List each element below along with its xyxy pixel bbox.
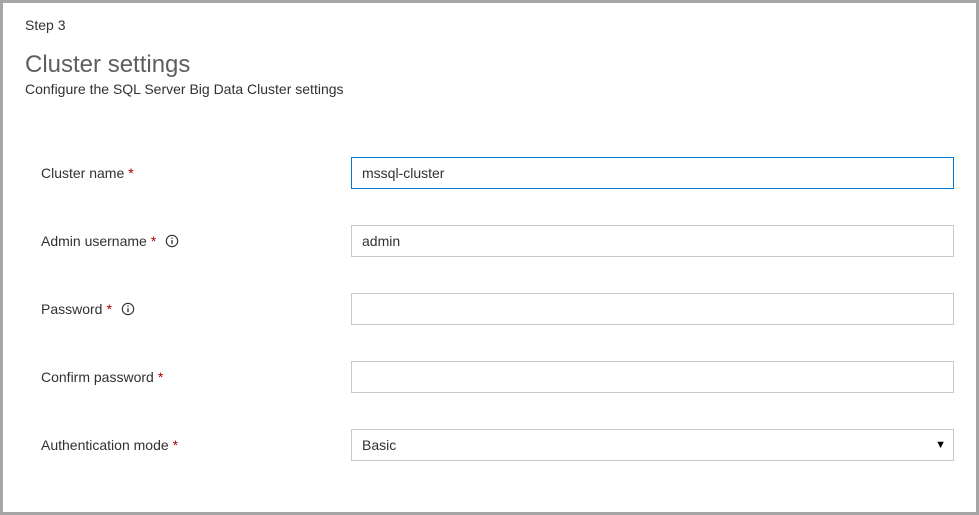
- input-col-password: [351, 293, 954, 325]
- row-password: Password *: [41, 293, 954, 325]
- required-marker: *: [128, 165, 133, 181]
- row-admin-username: Admin username *: [41, 225, 954, 257]
- form-area: Cluster name * Admin username *: [25, 157, 954, 461]
- row-auth-mode: Authentication mode * Basic ▼: [41, 429, 954, 461]
- input-col-auth-mode: Basic ▼: [351, 429, 954, 461]
- content-area: Step 3 Cluster settings Configure the SQ…: [3, 3, 976, 461]
- label-auth-mode: Authentication mode *: [41, 437, 351, 453]
- wizard-panel: Step 3 Cluster settings Configure the SQ…: [0, 0, 979, 515]
- password-input[interactable]: [351, 293, 954, 325]
- required-marker: *: [106, 301, 111, 317]
- input-col-cluster-name: [351, 157, 954, 189]
- input-col-admin-username: [351, 225, 954, 257]
- admin-username-input[interactable]: [351, 225, 954, 257]
- input-col-confirm-password: [351, 361, 954, 393]
- row-cluster-name: Cluster name *: [41, 157, 954, 189]
- required-marker: *: [151, 233, 156, 249]
- admin-username-label-text: Admin username: [41, 233, 147, 249]
- cluster-name-label-text: Cluster name: [41, 165, 124, 181]
- page-subtitle: Configure the SQL Server Big Data Cluste…: [25, 81, 954, 97]
- page-title: Cluster settings: [25, 51, 954, 79]
- required-marker: *: [173, 437, 178, 453]
- row-confirm-password: Confirm password *: [41, 361, 954, 393]
- step-label: Step 3: [25, 17, 954, 33]
- label-confirm-password: Confirm password *: [41, 369, 351, 385]
- info-icon[interactable]: [120, 301, 136, 317]
- auth-mode-select-wrap[interactable]: Basic ▼: [351, 429, 954, 461]
- auth-mode-label-text: Authentication mode: [41, 437, 169, 453]
- confirm-password-input[interactable]: [351, 361, 954, 393]
- required-marker: *: [158, 369, 163, 385]
- password-label-text: Password: [41, 301, 102, 317]
- auth-mode-select[interactable]: Basic: [351, 429, 954, 461]
- confirm-password-label-text: Confirm password: [41, 369, 154, 385]
- label-admin-username: Admin username *: [41, 233, 351, 249]
- label-cluster-name: Cluster name *: [41, 165, 351, 181]
- info-icon[interactable]: [164, 233, 180, 249]
- label-password: Password *: [41, 301, 351, 317]
- cluster-name-input[interactable]: [351, 157, 954, 189]
